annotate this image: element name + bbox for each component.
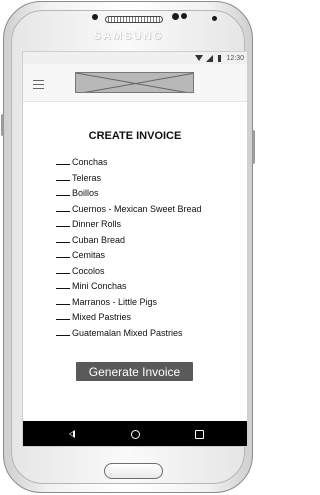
item-label: Cuban Bread	[72, 234, 126, 245]
list-item[interactable]: Cuernos - Mexican Sweet Bread	[56, 202, 202, 218]
app-bar	[23, 64, 247, 102]
item-label: Cemitas	[72, 250, 106, 260]
item-label: Mini Conchas	[72, 281, 127, 291]
quantity-blank[interactable]	[56, 266, 70, 274]
earpiece-speaker	[105, 16, 163, 23]
device-brand: SAMSUNG	[93, 30, 164, 42]
list-item[interactable]: Guatemalan Mixed Pastries	[56, 326, 202, 342]
signal-icon	[206, 54, 214, 62]
home-icon[interactable]	[131, 430, 140, 439]
physical-home-button[interactable]	[104, 463, 163, 479]
status-icons: 12:30	[195, 53, 244, 63]
hamburger-icon[interactable]	[33, 80, 44, 89]
list-item[interactable]: Conchas	[56, 155, 202, 171]
list-item[interactable]: Cuban Bread	[56, 233, 202, 249]
image-placeholder-icon	[76, 73, 193, 92]
list-item[interactable]: Dinner Rolls	[56, 217, 202, 233]
item-label: Guatemalan Mixed Pastries	[72, 327, 183, 338]
list-item[interactable]: Mini Conchas	[56, 279, 202, 295]
list-item[interactable]: Cemitas	[56, 248, 202, 264]
recents-icon[interactable]	[195, 430, 204, 439]
volume-button	[1, 114, 4, 136]
phone-screen: 12:30 CREATE INVOICE Conchas Teleras Boi…	[22, 51, 248, 447]
quantity-blank[interactable]	[56, 204, 70, 212]
item-label: Cocolos	[72, 265, 105, 276]
quantity-blank[interactable]	[56, 250, 70, 258]
item-label: Dinner Rolls	[72, 219, 122, 229]
wifi-icon	[195, 55, 204, 61]
item-label: Marranos - Little Pigs	[72, 296, 158, 307]
list-item[interactable]: Cocolos	[56, 264, 202, 280]
quantity-blank[interactable]	[56, 235, 70, 243]
item-label: Mixed Pastries	[72, 312, 132, 322]
quantity-blank[interactable]	[56, 281, 70, 289]
quantity-blank[interactable]	[56, 328, 70, 336]
list-item[interactable]: Teleras	[56, 171, 202, 187]
page-title: CREATE INVOICE	[88, 130, 182, 142]
power-button	[252, 130, 255, 164]
proximity-sensor-icon	[181, 13, 187, 19]
item-label: Boillos	[72, 188, 99, 198]
android-nav-bar	[23, 421, 247, 446]
light-sensor-icon	[212, 16, 217, 21]
status-bar: 12:30	[23, 52, 247, 64]
quantity-blank[interactable]	[56, 188, 70, 196]
quantity-blank[interactable]	[56, 219, 70, 227]
list-item[interactable]: Marranos - Little Pigs	[56, 295, 202, 311]
item-label: Conchas	[72, 157, 108, 167]
quantity-blank[interactable]	[56, 312, 70, 320]
front-camera-icon	[172, 13, 179, 20]
quantity-blank[interactable]	[56, 297, 70, 305]
item-label: Teleras	[72, 172, 102, 183]
product-list: Conchas Teleras Boillos Cuernos - Mexica…	[56, 155, 202, 341]
status-time: 12:30	[226, 54, 244, 62]
quantity-blank[interactable]	[56, 173, 70, 181]
list-item[interactable]: Mixed Pastries	[56, 310, 202, 326]
generate-invoice-button[interactable]: Generate Invoice	[76, 362, 193, 381]
back-icon[interactable]	[69, 430, 75, 438]
logo-image-placeholder	[75, 72, 194, 93]
quantity-blank[interactable]	[56, 157, 70, 165]
battery-icon	[218, 54, 222, 62]
item-label: Cuernos - Mexican Sweet Bread	[72, 203, 202, 214]
sensor-icon	[92, 14, 98, 20]
list-item[interactable]: Boillos	[56, 186, 202, 202]
